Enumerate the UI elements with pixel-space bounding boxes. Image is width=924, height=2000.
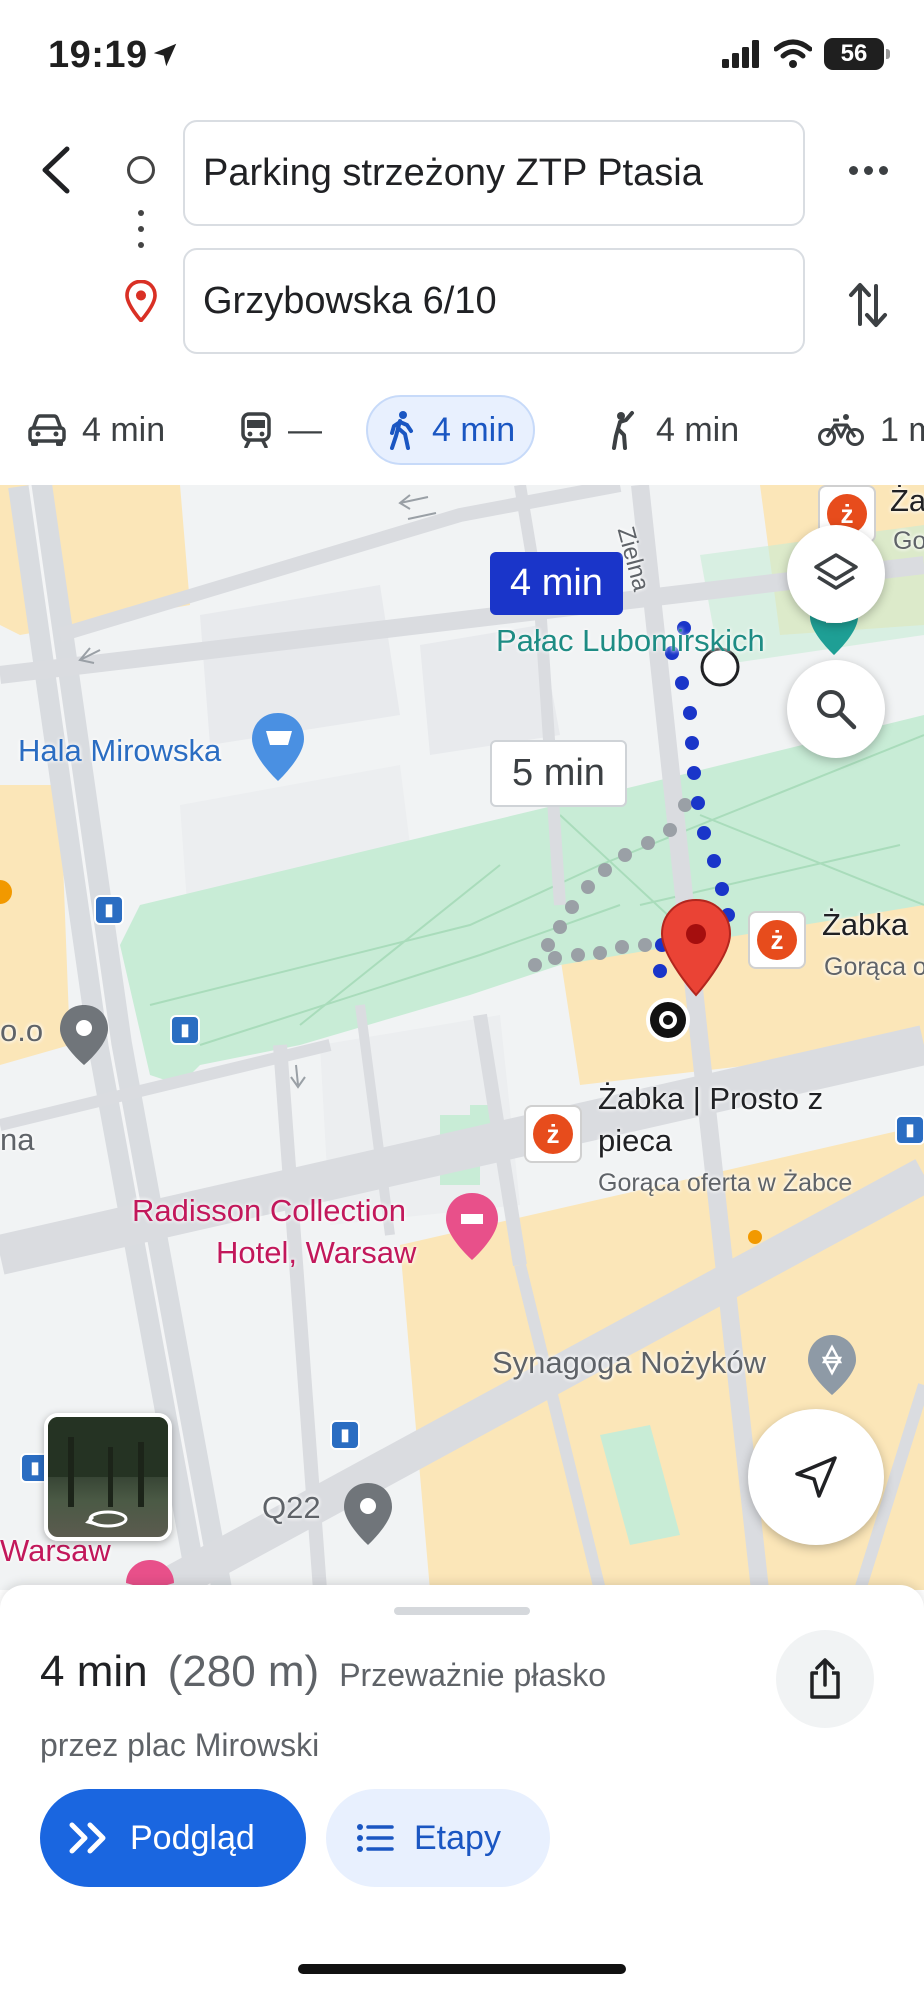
zabka-logo-icon[interactable]: ż (748, 911, 806, 969)
share-icon (810, 1658, 840, 1699)
zabka-logo-icon[interactable]: ż (524, 1105, 582, 1163)
route-via: przez plac Mirowski (40, 1727, 320, 1763)
poi-palac-label[interactable]: Pałac Lubomirskich (496, 623, 765, 659)
preview-button-label: Podgląd (130, 1818, 255, 1857)
status-icons: 56 (722, 38, 890, 70)
train-icon (241, 412, 271, 448)
steps-button[interactable]: Etapy (326, 1789, 550, 1887)
route-summary-sheet[interactable]: 4 min (280 m) Przeważnie płasko przez pl… (0, 1585, 924, 2000)
destination-field[interactable]: Grzybowska 6/10 (183, 248, 805, 354)
street-view-thumbnail[interactable] (44, 1413, 172, 1541)
mode-walk-label: 4 min (432, 410, 516, 449)
dot (863, 165, 873, 175)
battery-indicator: 56 (824, 38, 890, 70)
ride-hailing-icon (612, 411, 634, 450)
mode-transit-label: — (288, 410, 322, 449)
mode-bike-label: 1 m (880, 410, 924, 449)
navigation-arrow-icon (795, 1456, 837, 1498)
mode-walk[interactable]: 4 min (366, 395, 536, 465)
poi-radisson-label-line1[interactable]: Radisson Collection (132, 1193, 406, 1229)
poi-zabka-right-sub: Gorąca o (824, 953, 924, 981)
poi-zabka-top-sub: Go (893, 527, 924, 555)
battery-level: 56 (840, 40, 868, 67)
dot (848, 165, 858, 175)
maps-directions-screen: 19:19 56 Parking strzeżony ZTP Ptasia Gr… (0, 0, 924, 2000)
poi-zabka-center-label-line1[interactable]: Żabka | Prosto z (598, 1081, 823, 1117)
poi-zabka-right-label[interactable]: Żabka (822, 907, 908, 943)
car-icon (28, 414, 66, 446)
route-time-bubble-primary[interactable]: 4 min (490, 552, 623, 615)
status-bar: 19:19 56 (0, 0, 924, 110)
origin-field[interactable]: Parking strzeżony ZTP Ptasia (183, 120, 805, 226)
poi-zabka-center-label-line2[interactable]: pieca (598, 1123, 672, 1159)
layers-button[interactable] (787, 525, 885, 623)
home-indicator[interactable] (298, 1964, 626, 1974)
poi-zabka-top-label[interactable]: Ża (890, 485, 924, 519)
steps-button-label: Etapy (414, 1818, 501, 1857)
sheet-drag-handle[interactable] (394, 1607, 530, 1615)
travel-mode-bar: 4 min — 4 min 4 min 1 m (0, 385, 924, 475)
bus-stop-icon[interactable]: ▮ (895, 1115, 924, 1145)
search-icon (817, 690, 857, 730)
poi-zabka-center-sub: Gorąca oferta w Żabce (598, 1169, 853, 1197)
walking-icon (390, 411, 413, 450)
route-connector-icon (137, 210, 145, 258)
back-button[interactable] (30, 140, 82, 200)
dot (878, 165, 888, 175)
start-navigation-button[interactable] (748, 1409, 884, 1545)
route-time-bubble-alt[interactable]: 5 min (490, 740, 627, 807)
share-button[interactable] (776, 1630, 874, 1728)
map-search-button[interactable] (787, 660, 885, 758)
origin-circle-icon (127, 156, 155, 184)
wifi-icon (774, 39, 812, 68)
preview-button[interactable]: Podgląd (40, 1789, 306, 1887)
poi-synagoga-label[interactable]: Synagoga Nożyków (492, 1345, 766, 1381)
destination-pin-icon (125, 280, 157, 322)
cellular-signal-icon (722, 40, 759, 68)
swap-vertical-icon (849, 283, 887, 327)
bus-stop-icon[interactable]: ▮ (330, 1420, 360, 1450)
route-summary: 4 min (280 m) Przeważnie płasko (40, 1647, 606, 1697)
mode-ride[interactable]: 4 min (588, 395, 757, 465)
mode-transit[interactable]: — (222, 395, 340, 465)
poi-q22-label[interactable]: Q22 (262, 1490, 321, 1526)
more-options-button[interactable] (838, 150, 898, 190)
poi-hala-mirowska-label[interactable]: Hala Mirowska (18, 733, 221, 769)
train-stop-icon[interactable]: ▮ (94, 895, 124, 925)
mode-ride-label: 4 min (656, 410, 740, 449)
swap-direction-button[interactable] (840, 272, 896, 338)
poi-radisson-label-line2[interactable]: Hotel, Warsaw (216, 1235, 416, 1271)
mode-bike[interactable]: 1 m (800, 395, 924, 465)
bike-icon (818, 414, 864, 446)
chevron-left-icon (42, 146, 70, 194)
route-distance: (280 m) (167, 1647, 320, 1696)
route-duration: 4 min (40, 1647, 148, 1696)
location-arrow-icon (153, 43, 177, 67)
map-view[interactable]: ▮ ▮ ▮ ▮ ▮ 4 min 5 min ż ż ż Ża Go Pałac … (0, 485, 924, 1590)
list-icon (357, 1824, 394, 1852)
mode-car-label: 4 min (82, 410, 166, 449)
route-header: Parking strzeżony ZTP Ptasia Grzybowska … (0, 110, 924, 370)
status-time: 19:19 (48, 34, 148, 76)
poi-na-label: na (0, 1122, 35, 1157)
route-terrain: Przeważnie płasko (339, 1657, 606, 1693)
mode-car[interactable]: 4 min (10, 395, 183, 465)
layers-icon (814, 553, 858, 590)
poi-oo-label: o.o (0, 1013, 44, 1048)
double-chevron-right-icon (69, 1822, 106, 1854)
bus-stop-icon[interactable]: ▮ (170, 1015, 200, 1045)
rotate-360-icon (48, 1417, 168, 1528)
